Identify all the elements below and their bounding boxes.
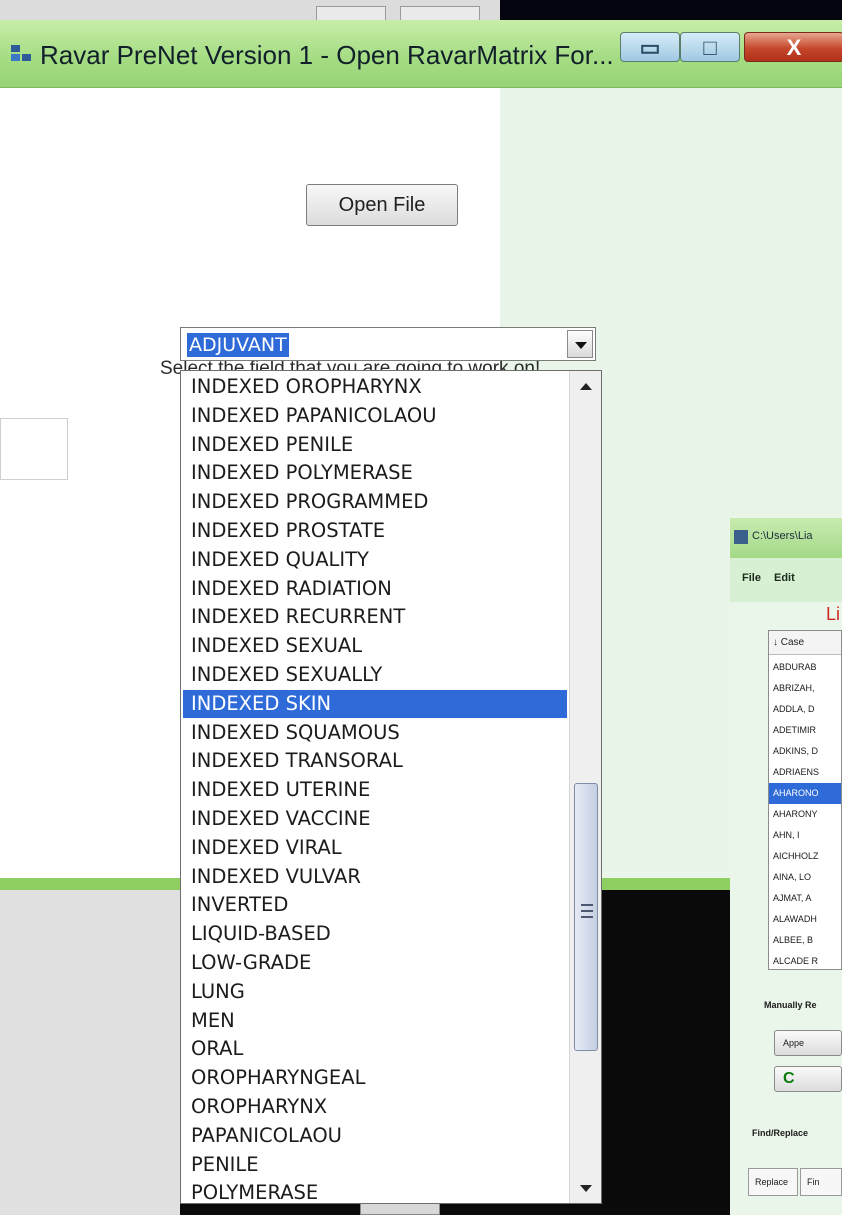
find-replace-label: Find/Replace [752, 1128, 809, 1138]
title-bar[interactable]: Ravar PreNet Version 1 - Open RavarMatri… [0, 20, 842, 88]
combobox-dropdown-button[interactable] [567, 330, 593, 358]
close-button[interactable]: X [744, 32, 842, 62]
secondary-title-bar[interactable]: C:\Users\Lia [730, 518, 842, 558]
case-list-row[interactable]: ABRIZAH, [769, 678, 841, 699]
close-icon: X [786, 35, 802, 60]
minimize-icon: ▭ [639, 35, 661, 60]
case-column-header[interactable]: ↓ Case [769, 631, 841, 655]
case-list-row[interactable]: AJMAT, A [769, 888, 841, 909]
arrow-up-icon [580, 383, 592, 390]
case-list[interactable]: ↓ Case ABDURAB ABRIZAH, ADDLA, D ADETIMIR AD… [768, 630, 842, 970]
dropdown-option[interactable]: INDEXED VULVAR [183, 863, 567, 891]
secondary-menu-bar: File Edit [730, 558, 842, 602]
field-select-combobox[interactable]: ADJUVANT [180, 327, 596, 361]
case-list-row[interactable]: ADDLA, D [769, 699, 841, 720]
find-replace-tabs: Replace Fin [748, 1168, 842, 1198]
dropdown-option[interactable]: INVERTED [183, 891, 567, 919]
menu-file[interactable]: File [742, 572, 761, 584]
case-list-row[interactable]: ALAWADH [769, 909, 841, 930]
dropdown-option[interactable]: INDEXED SKIN [183, 689, 567, 718]
minimize-button[interactable]: ▭ [620, 32, 680, 62]
dropdown-option[interactable]: POLYMERASE [183, 1179, 567, 1205]
dropdown-option[interactable]: ORAL [183, 1035, 567, 1063]
grip-icon [581, 910, 593, 912]
scroll-down-button[interactable] [570, 1177, 602, 1203]
grip-icon [581, 916, 593, 918]
window-controls: ▭ □ X [620, 32, 842, 64]
dropdown-option[interactable]: INDEXED UTERINE [183, 776, 567, 804]
case-list-row[interactable]: AINA, LO [769, 867, 841, 888]
dropdown-option[interactable]: INDEXED RECURRENT [183, 603, 567, 631]
case-list-row[interactable]: ALBEE, B [769, 930, 841, 951]
scroll-thumb[interactable] [574, 783, 598, 1051]
secondary-app-icon [734, 530, 748, 544]
secondary-window-title: C:\Users\Lia [752, 530, 813, 542]
dropdown-option[interactable]: PAPANICOLAOU [183, 1122, 567, 1150]
combobox-selected-value: ADJUVANT [187, 333, 289, 357]
dropdown-option[interactable]: INDEXED RADIATION [183, 575, 567, 603]
tab-replace[interactable]: Replace [748, 1168, 798, 1196]
dropdown-option[interactable]: INDEXED VACCINE [183, 805, 567, 833]
window-title: Ravar PreNet Version 1 - Open RavarMatri… [40, 40, 614, 70]
dropdown-option[interactable]: MEN [183, 1007, 567, 1035]
dropdown-option[interactable]: INDEXED VIRAL [183, 834, 567, 862]
dropdown-option[interactable]: INDEXED PROGRAMMED [183, 488, 567, 516]
scroll-up-button[interactable] [570, 373, 602, 399]
field-dropdown-list[interactable]: INDEXED OROPHARYNX INDEXED PAPANICOLAOU IN… [180, 370, 602, 1204]
dropdown-options: INDEXED OROPHARYNX INDEXED PAPANICOLAOU IN… [181, 371, 569, 1205]
case-list-row[interactable]: AICHHOLZ [769, 846, 841, 867]
case-list-row[interactable]: ADKINS, D [769, 741, 841, 762]
background-window-area [0, 890, 180, 1215]
case-list-row[interactable]: AHARONO [769, 783, 841, 804]
dropdown-option[interactable]: INDEXED OROPHARYNX [183, 373, 567, 401]
case-list-row[interactable]: ADETIMIR [769, 720, 841, 741]
dropdown-option[interactable]: INDEXED PAPANICOLAOU [183, 402, 567, 430]
open-file-button[interactable]: Open File [306, 184, 458, 226]
grip-icon [581, 904, 593, 906]
case-list-row[interactable]: ADRIAENS [769, 762, 841, 783]
dropdown-option[interactable]: INDEXED PENILE [183, 431, 567, 459]
tab-find[interactable]: Fin [800, 1168, 842, 1196]
dropdown-option[interactable]: OROPHARYNX [183, 1093, 567, 1121]
manual-replace-label: Manually Re [764, 1000, 817, 1010]
dropdown-option[interactable]: LOW-GRADE [183, 949, 567, 977]
maximize-button[interactable]: □ [680, 32, 740, 62]
background-ghost-box [0, 418, 68, 480]
secondary-window: C:\Users\Lia File Edit Li ↓ Case ABDURAB… [730, 518, 842, 1215]
case-list-row[interactable]: ALCADE R [769, 951, 841, 969]
dropdown-option[interactable]: INDEXED TRANSORAL [183, 747, 567, 775]
dropdown-scrollbar[interactable] [569, 371, 601, 1203]
app-icon [11, 45, 31, 61]
dropdown-option[interactable]: LUNG [183, 978, 567, 1006]
chevron-down-icon [575, 342, 587, 349]
case-list-row[interactable]: AHARONY [769, 804, 841, 825]
dropdown-option[interactable]: OROPHARYNGEAL [183, 1064, 567, 1092]
menu-edit[interactable]: Edit [774, 572, 795, 584]
dropdown-option[interactable]: INDEXED SQUAMOUS [183, 719, 567, 747]
dropdown-option[interactable]: INDEXED QUALITY [183, 546, 567, 574]
dropdown-option[interactable]: INDEXED POLYMERASE [183, 459, 567, 487]
secondary-heading: Li [826, 604, 841, 624]
maximize-icon: □ [703, 35, 717, 60]
dropdown-option[interactable]: INDEXED SEXUAL [183, 632, 567, 660]
dropdown-option[interactable]: INDEXED PROSTATE [183, 517, 567, 545]
dropdown-option[interactable]: LIQUID-BASED [183, 920, 567, 948]
arrow-down-icon [580, 1185, 592, 1192]
dropdown-option[interactable]: INDEXED SEXUALLY [183, 661, 567, 689]
case-list-row[interactable]: ABDURAB [769, 657, 841, 678]
green-action-button[interactable]: C [774, 1066, 842, 1092]
append-button[interactable]: Appe [774, 1030, 842, 1056]
case-list-row[interactable]: AHN, I [769, 825, 841, 846]
dropdown-option[interactable]: PENILE [183, 1151, 567, 1179]
